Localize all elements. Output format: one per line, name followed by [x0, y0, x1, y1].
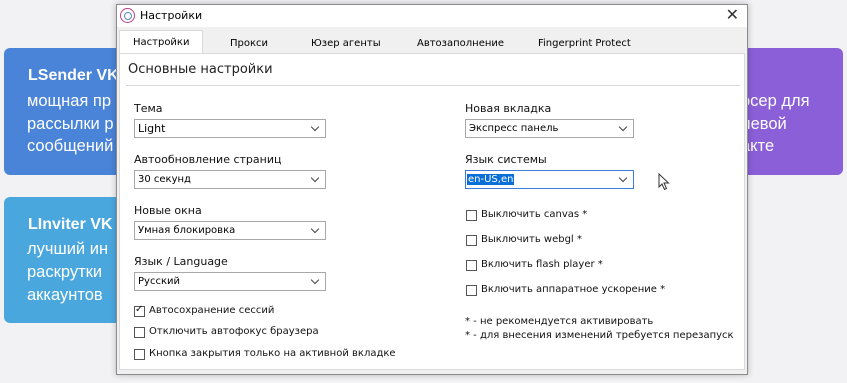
disable-webgl-label: Выключить webgl *: [481, 234, 582, 245]
new-tab-select[interactable]: Экспресс панель: [465, 119, 634, 138]
disable-autofocus-checkbox[interactable]: [134, 327, 145, 338]
chevron-down-icon: [617, 121, 629, 136]
hardware-acceleration-checkbox[interactable]: [466, 285, 477, 296]
language-select-value: Русский: [138, 276, 180, 287]
theme-select-value: Light: [138, 122, 166, 135]
card-text-line: лучший ин: [27, 240, 109, 258]
language-label: Язык / Language: [134, 255, 228, 268]
tab-fingerprint-protect[interactable]: Fingerprint Protect: [538, 38, 631, 49]
settings-window: Настройки ✕ Настройки Прокси Юзер агенты…: [116, 4, 748, 375]
hardware-acceleration-label: Включить аппаратное ускорение *: [481, 284, 666, 295]
settings-tabs: Настройки Прокси Юзер агенты Автозаполне…: [117, 29, 747, 53]
new-tab-label: Новая вкладка: [465, 102, 552, 115]
new-windows-label: Новые окна: [134, 204, 202, 217]
system-language-label: Язык системы: [465, 153, 547, 166]
autorefresh-select[interactable]: 30 секунд: [134, 170, 326, 189]
new-tab-select-value: Экспресс панель: [469, 123, 559, 134]
language-select[interactable]: Русский: [134, 272, 326, 291]
note-restart-required: * - для внесения изменений требуется пер…: [465, 330, 734, 341]
card-text-line: мощная пр: [27, 92, 112, 110]
autosave-sessions-label: Автосохранение сессий: [149, 305, 275, 316]
app-logo-icon: [120, 8, 135, 23]
disable-autofocus-label: Отключить автофокус браузера: [149, 326, 319, 337]
chevron-down-icon: [309, 172, 321, 187]
system-language-select-value: en-US,en: [467, 174, 515, 185]
tab-settings[interactable]: Настройки: [119, 30, 204, 53]
disable-webgl-checkbox[interactable]: [466, 235, 477, 246]
enable-flash-checkbox[interactable]: [466, 260, 477, 271]
mouse-cursor-icon: [658, 173, 670, 191]
disable-canvas-label: Выключить canvas *: [481, 209, 588, 220]
card-text-line: осер для: [741, 92, 810, 110]
theme-select[interactable]: Light: [134, 119, 326, 138]
disable-canvas-checkbox[interactable]: [466, 210, 477, 221]
close-active-tab-only-checkbox[interactable]: [134, 349, 145, 360]
autorefresh-label: Автообновление страниц: [134, 153, 282, 166]
chevron-down-icon: [309, 274, 321, 289]
autorefresh-select-value: 30 секунд: [138, 174, 191, 185]
tab-autofill[interactable]: Автозаполнение: [417, 38, 504, 49]
card-text-line: рассылки р: [27, 115, 114, 133]
close-button[interactable]: ✕: [726, 6, 739, 24]
new-windows-select-value: Умная блокировка: [138, 225, 236, 236]
settings-panel: Основные настройки Тема Light Автообновл…: [119, 53, 745, 370]
new-windows-select[interactable]: Умная блокировка: [134, 221, 326, 240]
card-text-line: сообщений: [27, 137, 114, 155]
autosave-sessions-checkbox[interactable]: [134, 304, 145, 317]
note-not-recommended: * - не рекомендуется активировать: [465, 316, 654, 327]
card-title: LSender VK: [28, 67, 119, 84]
card-text-line: раскрутки: [27, 263, 103, 281]
chevron-down-icon: [309, 223, 321, 238]
window-title: Настройки: [140, 9, 203, 22]
tab-user-agents[interactable]: Юзер агенты: [311, 38, 381, 49]
theme-label: Тема: [134, 102, 163, 115]
tab-proxy[interactable]: Прокси: [230, 38, 268, 49]
card-title: LInviter VK: [28, 216, 113, 233]
enable-flash-label: Включить flash player *: [481, 259, 603, 270]
section-divider: [126, 85, 740, 86]
chevron-down-icon: [617, 172, 629, 187]
system-language-select[interactable]: en-US,en: [465, 170, 634, 189]
close-active-tab-only-label: Кнопка закрытия только на активной вклад…: [149, 348, 396, 359]
chevron-down-icon: [309, 121, 321, 136]
section-title: Основные настройки: [128, 62, 273, 77]
card-text-line: аккаунтов: [27, 286, 103, 304]
window-titlebar[interactable]: Настройки ✕: [117, 5, 747, 27]
